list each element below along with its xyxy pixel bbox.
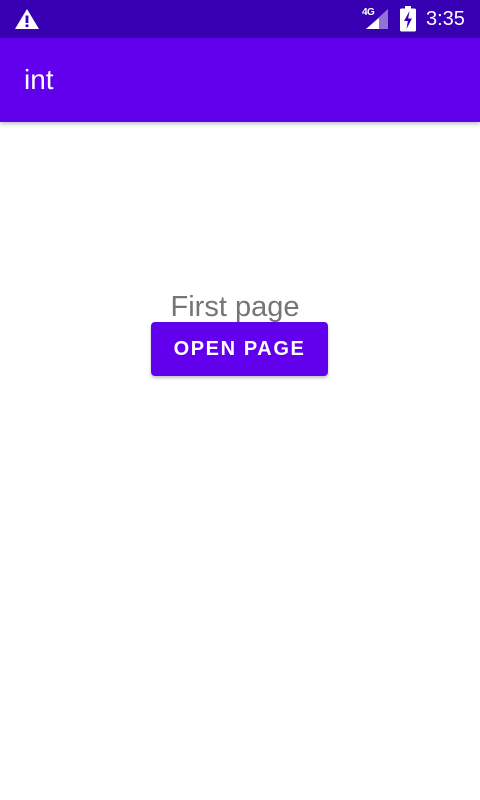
open-page-button[interactable]: OPEN PAGE <box>151 322 328 376</box>
app-screen: 4G 3:35 int First page OPEN PAGE <box>0 0 480 800</box>
signal-icon <box>366 9 388 29</box>
page-label: First page <box>170 291 300 323</box>
warning-icon <box>15 9 39 29</box>
status-bar: 4G 3:35 <box>0 0 480 38</box>
battery-charging-icon <box>400 6 416 32</box>
app-bar: int <box>0 38 480 122</box>
app-title: int <box>24 64 54 95</box>
status-clock: 3:35 <box>426 8 465 30</box>
